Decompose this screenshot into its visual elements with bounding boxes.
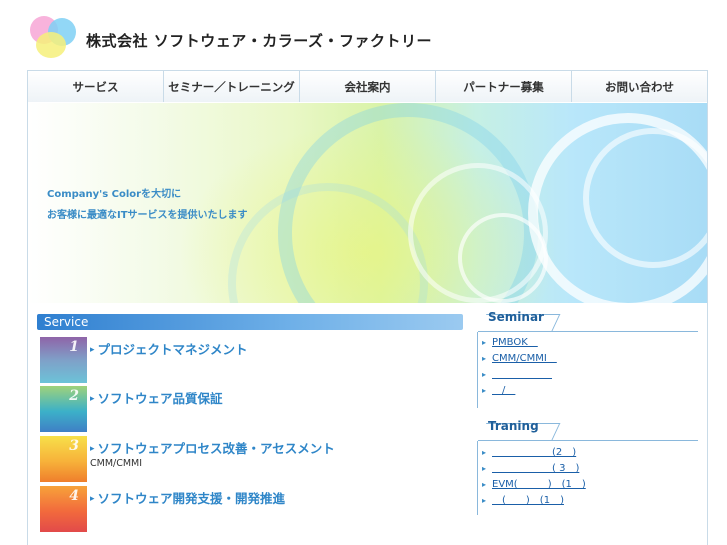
seminar-heading: Seminar — [478, 310, 698, 332]
company-logo[interactable] — [30, 16, 80, 60]
nav-services[interactable]: サービス — [28, 71, 164, 102]
service-number: 3 — [69, 438, 79, 454]
service-item-quality-assurance: 2 ソフトウェア品質保証 — [40, 386, 460, 432]
service-link[interactable]: ソフトウェアプロセス改善・アセスメント — [90, 438, 335, 457]
training-link[interactable]: EVM( ) (1 ) — [492, 479, 586, 490]
nav-seminar-training[interactable]: セミナー／トレーニング — [164, 71, 300, 102]
service-thumbnail: 1 — [40, 337, 87, 383]
service-heading: Service — [37, 314, 463, 330]
training-link[interactable]: (2 ) — [492, 447, 576, 458]
list-item: PMBOK — [478, 335, 698, 351]
list-item: EVM( ) (1 ) — [478, 477, 698, 493]
seminar-link[interactable]: CMM/CMMI — [492, 353, 557, 364]
service-number: 2 — [69, 388, 79, 404]
hero-ring — [458, 213, 548, 303]
hero-tagline-2: お客様に最適なITサービスを提供いたします — [47, 210, 248, 221]
hero-tagline-1: Company's Colorを大切に — [47, 189, 182, 200]
seminar-list: PMBOK CMM/CMMI / — [478, 335, 698, 399]
service-link[interactable]: ソフトウェア品質保証 — [90, 388, 223, 407]
training-heading: Traning — [478, 419, 698, 441]
nav-partner[interactable]: パートナー募集 — [436, 71, 572, 102]
nav-company[interactable]: 会社案内 — [300, 71, 436, 102]
list-item: ( 3 ) — [478, 461, 698, 477]
list-item — [478, 367, 698, 383]
service-number: 4 — [69, 488, 79, 504]
service-thumbnail: 2 — [40, 386, 87, 432]
service-link[interactable]: プロジェクトマネジメント — [90, 339, 248, 358]
service-link[interactable]: ソフトウェア開発支援・開発推進 — [90, 488, 286, 507]
seminar-heading-label: Seminar — [488, 310, 544, 324]
list-item: CMM/CMMI — [478, 351, 698, 367]
seminar-link[interactable]: PMBOK — [492, 337, 538, 348]
training-link[interactable]: ( ) (1 ) — [492, 495, 564, 506]
service-number: 1 — [69, 339, 79, 355]
logo-yellow-circle — [36, 32, 66, 58]
heading-underline — [478, 440, 698, 441]
service-thumbnail: 3 — [40, 436, 87, 482]
list-item: / — [478, 383, 698, 399]
main-nav: サービス セミナー／トレーニング 会社案内 パートナー募集 お問い合わせ — [27, 70, 708, 102]
service-heading-label: Service — [44, 315, 89, 329]
service-subtitle: CMM/CMMI — [90, 458, 143, 469]
seminar-link[interactable] — [492, 369, 552, 380]
training-link[interactable]: ( 3 ) — [492, 463, 579, 474]
service-item-project-management: 1 プロジェクトマネジメント — [40, 337, 460, 383]
company-name: 株式会社 ソフトウェア・カラーズ・ファクトリー — [86, 32, 432, 50]
heading-underline — [478, 331, 698, 332]
list-item: ( ) (1 ) — [478, 493, 698, 509]
training-list: (2 ) ( 3 ) EVM( ) (1 ) ( ) (1 ) — [478, 445, 698, 509]
list-item: (2 ) — [478, 445, 698, 461]
service-item-development-support: 4 ソフトウェア開発支援・開発推進 — [40, 486, 460, 532]
hero-banner: Company's Colorを大切に お客様に最適なITサービスを提供いたしま… — [28, 103, 707, 303]
nav-contact[interactable]: お問い合わせ — [572, 71, 707, 102]
training-heading-label: Traning — [488, 419, 539, 433]
seminar-link[interactable]: / — [492, 385, 515, 396]
service-item-process-improvement: 3 ソフトウェアプロセス改善・アセスメント CMM/CMMI — [40, 436, 460, 482]
service-thumbnail: 4 — [40, 486, 87, 532]
